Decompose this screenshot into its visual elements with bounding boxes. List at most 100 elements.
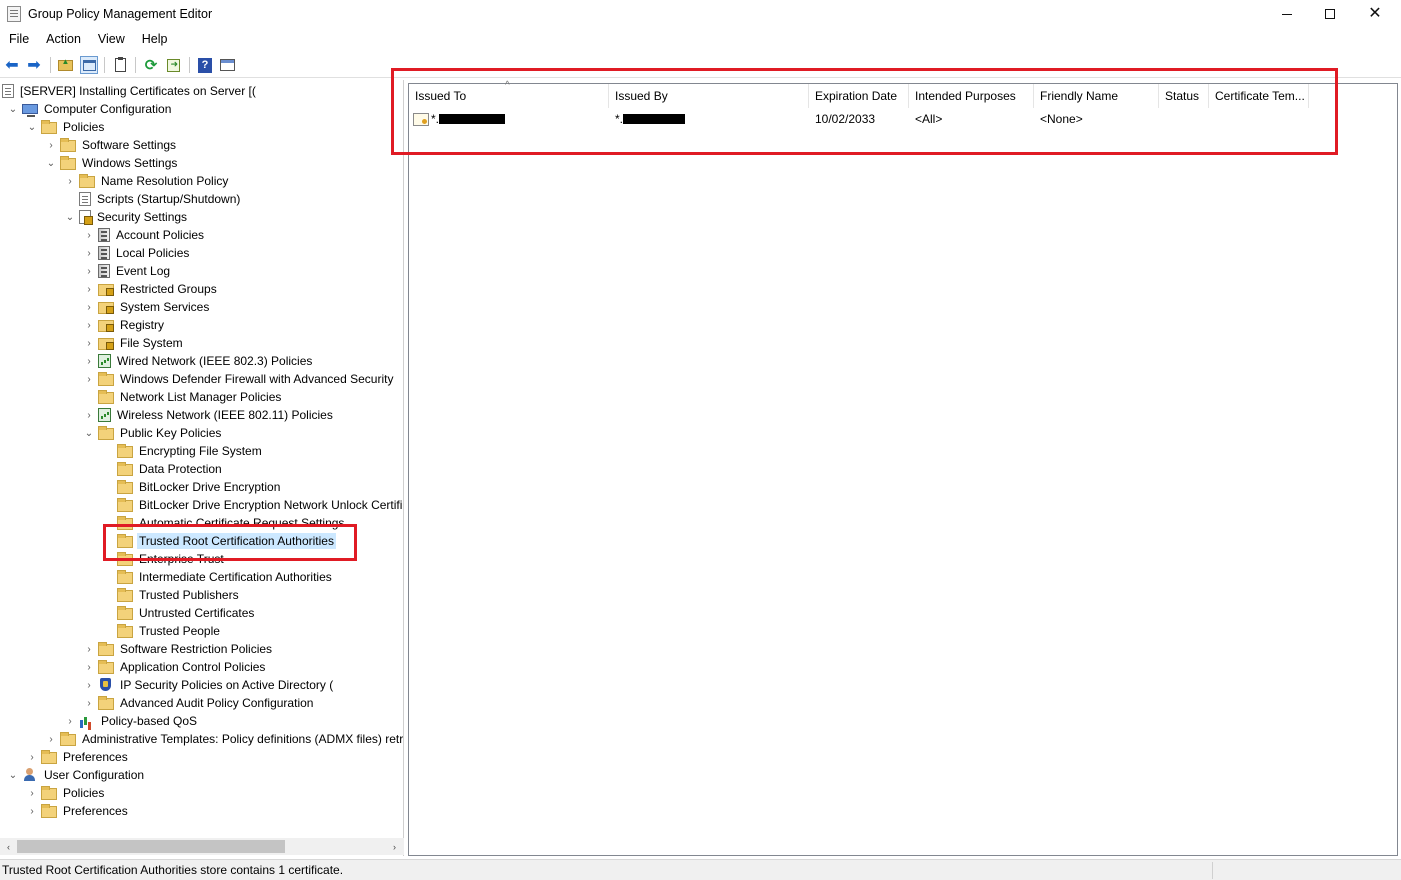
certificate-list[interactable]: Issued To ^ Issued By Expiration Date Int… [408, 80, 1398, 856]
tree-item[interactable]: Network List Manager Policies [80, 388, 283, 406]
folder-icon [98, 659, 114, 674]
tree-item[interactable]: › Preferences [23, 802, 130, 820]
tree-item[interactable]: ⌄ Public Key Policies [80, 424, 223, 442]
tree-item-label: IP Security Policies on Active Directory… [120, 678, 334, 692]
chevron-down-icon[interactable]: ⌄ [42, 158, 60, 169]
chevron-right-icon[interactable]: › [80, 410, 98, 421]
menu-view[interactable]: View [89, 29, 133, 51]
chevron-right-icon[interactable]: › [80, 644, 98, 655]
chevron-right-icon[interactable]: › [80, 320, 98, 331]
help-icon[interactable]: ? [196, 56, 214, 74]
chevron-right-icon[interactable]: › [23, 788, 41, 799]
refresh-icon[interactable]: ⟳ [142, 56, 160, 74]
folder-icon [98, 425, 114, 440]
tree-item-label: Policy-based QoS [101, 714, 198, 728]
chevron-right-icon[interactable]: › [80, 230, 98, 241]
chevron-right-icon[interactable]: › [23, 806, 41, 817]
export-list-icon[interactable] [111, 56, 129, 74]
chevron-right-icon[interactable]: › [80, 374, 98, 385]
close-button[interactable]: ✕ [1352, 0, 1398, 28]
chevron-right-icon[interactable]: › [80, 266, 98, 277]
tree-item[interactable]: Encrypting File System [99, 442, 264, 460]
tree-item[interactable]: › File System [80, 334, 185, 352]
tree-item[interactable]: › Policy-based QoS [61, 712, 199, 730]
export-icon[interactable] [164, 56, 182, 74]
chevron-down-icon[interactable]: ⌄ [4, 104, 22, 115]
tree-item[interactable]: › Wired Network (IEEE 802.3) Policies [80, 352, 314, 370]
forward-arrow-icon[interactable]: ➡ [25, 56, 43, 74]
properties-icon[interactable] [218, 56, 236, 74]
tree-item[interactable]: [SERVER] Installing Certificates on Serv… [2, 82, 258, 100]
tree-item[interactable]: › Preferences [23, 748, 130, 766]
menu-file[interactable]: File [0, 29, 37, 51]
chevron-right-icon[interactable]: › [80, 248, 98, 259]
tree-item[interactable]: › Wireless Network (IEEE 802.11) Policies [80, 406, 335, 424]
minimize-button[interactable] [1264, 0, 1310, 28]
chevron-right-icon[interactable]: › [80, 698, 98, 709]
tree-item[interactable]: Trusted People [99, 622, 222, 640]
tree-item[interactable]: ⌄ Windows Settings [42, 154, 179, 172]
tree-item[interactable]: ⌄ User Configuration [4, 766, 146, 784]
tree-item[interactable]: › Software Settings [42, 136, 178, 154]
scroll-thumb[interactable] [17, 840, 285, 853]
tree-item[interactable]: Intermediate Certification Authorities [99, 568, 334, 586]
tree-item[interactable]: › Name Resolution Policy [61, 172, 230, 190]
menu-help[interactable]: Help [133, 29, 176, 51]
tree-item[interactable]: ⌄ Security Settings [61, 208, 189, 226]
chevron-right-icon[interactable]: › [80, 284, 98, 295]
chevron-right-icon[interactable]: › [80, 680, 98, 691]
menu-action[interactable]: Action [37, 29, 89, 51]
tree-item[interactable]: BitLocker Drive Encryption [99, 478, 282, 496]
tree-item[interactable]: › Application Control Policies [80, 658, 267, 676]
tree-item[interactable]: ⌄ Policies [23, 118, 106, 136]
chevron-right-icon[interactable]: › [80, 338, 98, 349]
folder-lock-icon [98, 337, 114, 350]
chevron-down-icon[interactable]: ⌄ [23, 122, 41, 133]
up-folder-icon[interactable] [56, 56, 74, 74]
network-icon [98, 354, 111, 368]
tree-item[interactable]: Data Protection [99, 460, 224, 478]
chart-icon [79, 714, 95, 728]
tree-item-label: User Configuration [44, 768, 145, 782]
chevron-right-icon[interactable]: › [80, 356, 98, 367]
tree-item[interactable]: › Windows Defender Firewall with Advanced… [80, 370, 395, 388]
tree-item[interactable]: › Local Policies [80, 244, 191, 262]
toolbar-separator [189, 57, 190, 73]
scroll-left-arrow-icon[interactable]: ‹ [0, 838, 17, 855]
chevron-down-icon[interactable]: ⌄ [61, 212, 79, 223]
status-text: Trusted Root Certification Authorities s… [2, 863, 344, 877]
tree-item[interactable]: BitLocker Drive Encryption Network Unloc… [99, 496, 403, 514]
tree-item[interactable]: › Administrative Templates: Policy defini… [42, 730, 403, 748]
chevron-down-icon[interactable]: ⌄ [80, 428, 98, 439]
tree-item[interactable]: ⌄ Computer Configuration [4, 100, 173, 118]
chevron-right-icon[interactable]: › [80, 302, 98, 313]
chevron-right-icon[interactable]: › [61, 176, 79, 187]
tree-item[interactable]: › Event Log [80, 262, 172, 280]
maximize-button[interactable] [1307, 0, 1353, 28]
chevron-right-icon[interactable]: › [42, 140, 60, 151]
back-arrow-icon[interactable]: ⬅ [3, 56, 21, 74]
chevron-right-icon[interactable]: › [61, 716, 79, 727]
tree-item-label: Wireless Network (IEEE 802.11) Policies [117, 408, 333, 422]
tree-item[interactable]: › Registry [80, 316, 166, 334]
chevron-right-icon[interactable]: › [42, 734, 60, 745]
tree-item[interactable]: Untrusted Certificates [99, 604, 256, 622]
show-hide-tree-icon[interactable] [80, 56, 98, 74]
folder-icon [117, 623, 133, 638]
chevron-right-icon[interactable]: › [80, 662, 98, 673]
tree-item[interactable]: › Software Restriction Policies [80, 640, 274, 658]
chevron-down-icon[interactable]: ⌄ [4, 770, 22, 781]
tree-item[interactable]: › Account Policies [80, 226, 206, 244]
tree-item[interactable]: › System Services [80, 298, 211, 316]
tree-item[interactable]: › Advanced Audit Policy Configuration [80, 694, 315, 712]
tree-item[interactable]: › Restricted Groups [80, 280, 219, 298]
chevron-right-icon[interactable]: › [23, 752, 41, 763]
tree-item[interactable]: › Policies [23, 784, 106, 802]
tree-horizontal-scrollbar[interactable]: ‹ › [0, 838, 404, 855]
tree-item[interactable]: Scripts (Startup/Shutdown) [61, 190, 242, 208]
tree-item[interactable]: › IP Security Policies on Active Director… [80, 676, 335, 694]
tree-item[interactable]: Trusted Publishers [99, 586, 241, 604]
scroll-right-arrow-icon[interactable]: › [386, 838, 403, 855]
folder-icon [117, 479, 133, 494]
console-tree[interactable]: [SERVER] Installing Certificates on Serv… [0, 80, 404, 856]
